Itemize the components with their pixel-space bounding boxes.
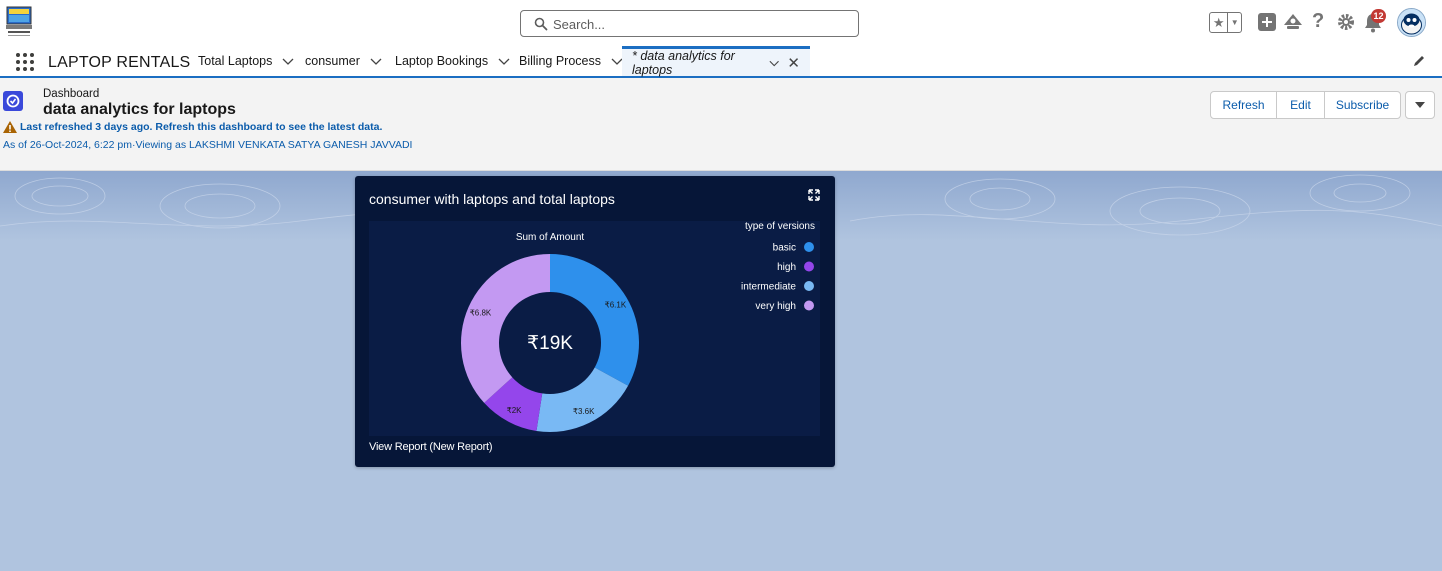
tab-label: Billing Process: [519, 54, 601, 68]
chevron-down-icon[interactable]: [769, 57, 779, 69]
tab-label: consumer: [305, 54, 360, 68]
more-actions-button[interactable]: [1405, 91, 1435, 119]
edit-nav-pencil-icon[interactable]: [1412, 54, 1426, 68]
trailhead-icon[interactable]: [1283, 13, 1303, 31]
legend-item-intermediate[interactable]: intermediate: [741, 282, 796, 293]
slice-label-high: ₹2K: [507, 406, 523, 415]
donut-chart[interactable]: Sum of Amount ₹6.1K ₹3.6K ₹2K ₹6.8K ₹19K ty…: [369, 221, 820, 436]
dashboard-header: Dashboard data analytics for laptops Las…: [0, 78, 1442, 171]
tab-data-analytics[interactable]: * data analytics for laptops ✕: [622, 46, 810, 77]
chevron-down-icon[interactable]: ▼: [1228, 18, 1241, 27]
legend-swatch-intermediate: [804, 281, 814, 291]
expand-icon[interactable]: [808, 189, 820, 201]
center-total-label: ₹19K: [527, 333, 573, 354]
chart-panel: Sum of Amount ₹6.1K ₹3.6K ₹2K ₹6.8K ₹19K ty…: [369, 221, 820, 436]
search-icon: [534, 17, 548, 31]
subscribe-button[interactable]: Subscribe: [1324, 91, 1401, 119]
app-nav-bar: LAPTOP RENTALS Total Laptops consumer La…: [0, 46, 1442, 78]
legend-item-basic[interactable]: basic: [773, 243, 796, 254]
slice-label-basic: ₹6.1K: [605, 300, 627, 309]
tab-total-laptops[interactable]: Total Laptops: [198, 46, 294, 76]
chevron-down-icon[interactable]: [498, 55, 510, 67]
tab-label: * data analytics for laptops: [632, 48, 735, 77]
slice-label-intermediate: ₹3.6K: [573, 407, 595, 416]
legend-title: type of versions: [745, 221, 815, 232]
gear-icon[interactable]: [1337, 13, 1355, 31]
help-icon[interactable]: ?: [1312, 10, 1324, 33]
donut-slice-basic[interactable]: [550, 254, 639, 386]
chevron-down-icon[interactable]: [370, 55, 382, 67]
tab-label: Laptop Bookings: [395, 54, 489, 68]
app-launcher-icon[interactable]: [16, 53, 34, 71]
widget-title: consumer with laptops and total laptops: [369, 191, 615, 207]
refresh-button[interactable]: Refresh: [1210, 91, 1277, 119]
chevron-down-icon[interactable]: [282, 55, 294, 67]
legend-swatch-basic: [804, 242, 814, 252]
legend-swatch-high: [804, 261, 814, 272]
dashboard-actions: Refresh Edit Subscribe: [1210, 91, 1435, 119]
edit-button[interactable]: Edit: [1276, 91, 1325, 119]
donut-slice-very-high[interactable]: [461, 254, 550, 403]
app-logo[interactable]: [6, 6, 32, 38]
chevron-down-icon: [1415, 102, 1425, 108]
dashboard-icon: [3, 91, 23, 111]
global-add-icon[interactable]: [1258, 13, 1276, 31]
global-header: ★ ▼ ? 12: [0, 0, 1442, 46]
favorites-button[interactable]: ★ ▼: [1209, 12, 1242, 33]
refresh-warning-text: Last refreshed 3 days ago. Refresh this …: [20, 121, 383, 133]
tab-billing-process[interactable]: Billing Process: [519, 46, 623, 76]
as-of-text: As of 26-Oct-2024, 6:22 pm·Viewing as LA…: [3, 139, 413, 151]
star-icon: ★: [1210, 13, 1229, 32]
warning-icon: [3, 121, 17, 133]
chart-legend: basic high intermediate very high: [741, 242, 814, 312]
user-avatar[interactable]: [1397, 8, 1426, 37]
tab-label: Total Laptops: [198, 54, 273, 68]
search-input[interactable]: [553, 15, 843, 33]
legend-item-very-high[interactable]: very high: [755, 301, 796, 312]
app-name: LAPTOP RENTALS: [48, 54, 191, 71]
close-tab-icon[interactable]: ✕: [787, 54, 800, 72]
chart-title: Sum of Amount: [516, 232, 585, 243]
view-report-link[interactable]: View Report (New Report): [369, 441, 493, 453]
legend-swatch-very-high: [804, 300, 814, 311]
dashboard-title: data analytics for laptops: [43, 101, 236, 118]
refresh-warning: Last refreshed 3 days ago. Refresh this …: [3, 121, 382, 133]
slice-label-very-high: ₹6.8K: [470, 308, 492, 317]
notification-badge: 12: [1371, 9, 1386, 23]
dashboard-type-label: Dashboard: [43, 88, 100, 100]
tab-laptop-bookings[interactable]: Laptop Bookings: [395, 46, 510, 76]
dashboard-widget: consumer with laptops and total laptops …: [355, 176, 835, 467]
tab-consumer[interactable]: consumer: [305, 46, 382, 76]
global-search[interactable]: [520, 10, 859, 37]
legend-item-high[interactable]: high: [777, 262, 796, 273]
